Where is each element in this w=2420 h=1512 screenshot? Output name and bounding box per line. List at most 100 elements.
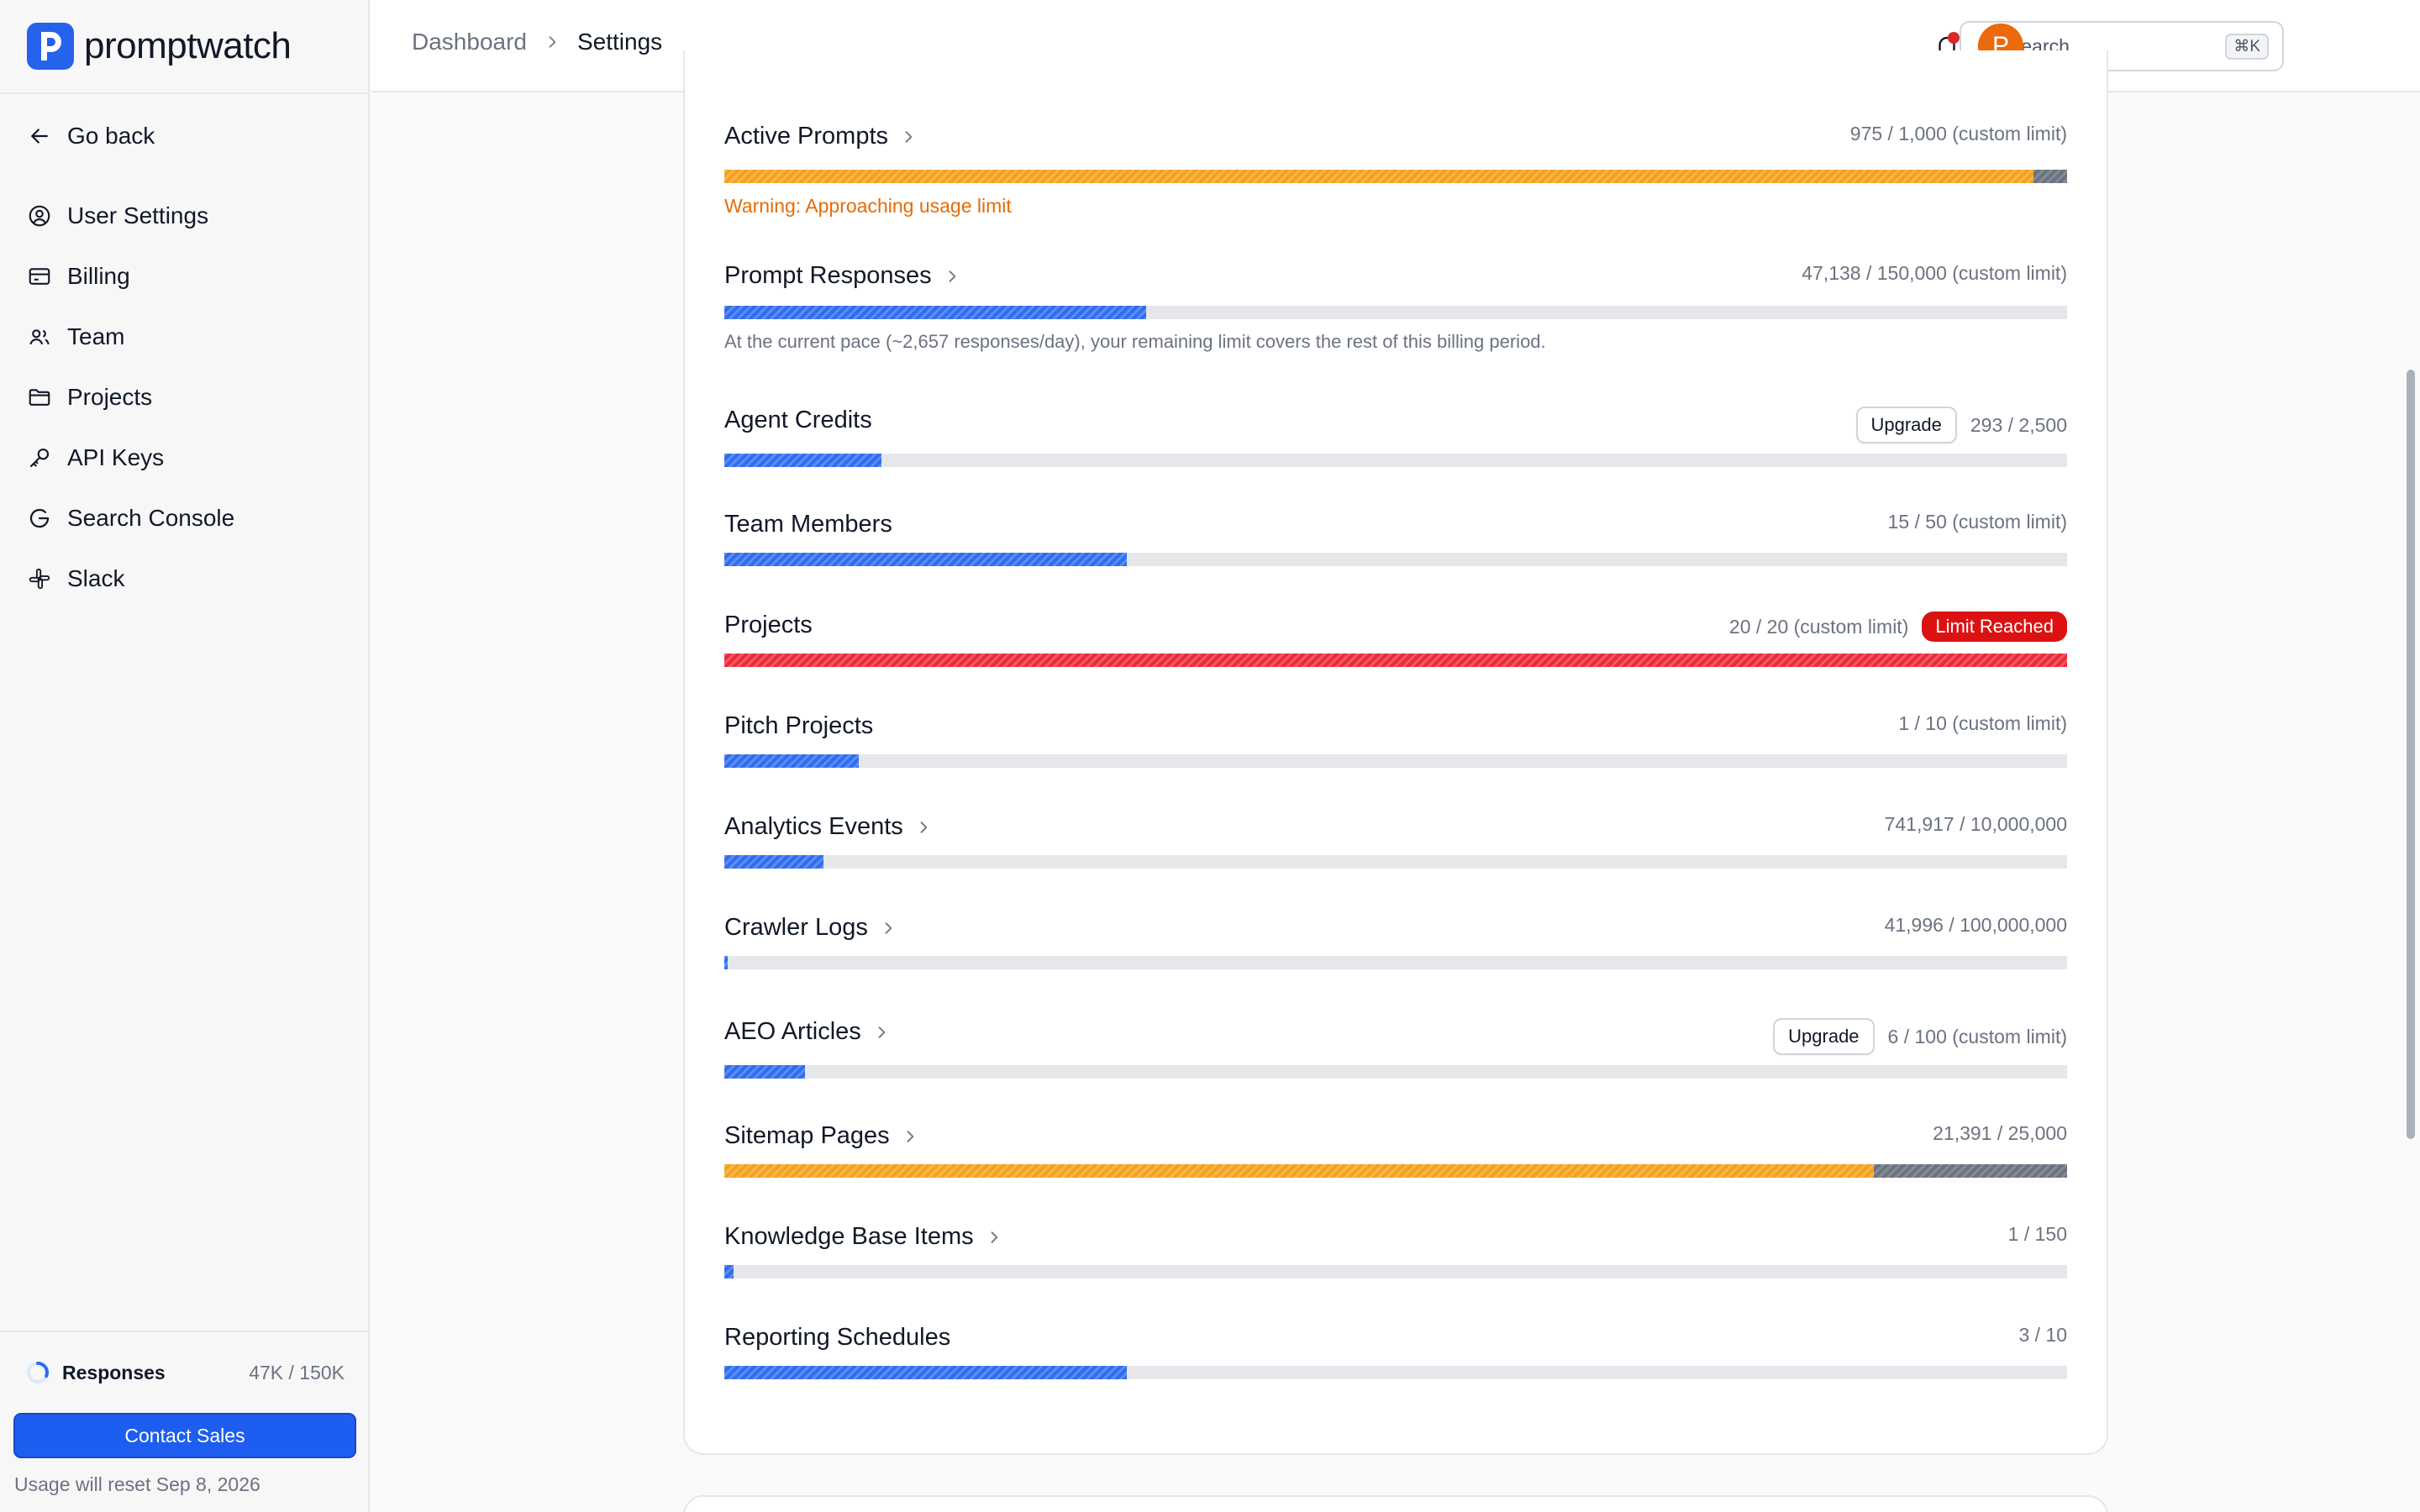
usage-progress-fill	[724, 1265, 734, 1278]
usage-progress-fill	[724, 855, 824, 869]
usage-progress-fill	[724, 454, 881, 467]
usage-progress-fill	[724, 654, 2067, 667]
usage-row[interactable]: Analytics Events 741,917 / 10,000,000	[724, 813, 2067, 906]
go-back-link[interactable]: Go back	[12, 111, 358, 161]
usage-row-value: 1 / 10 (custom limit)	[1898, 712, 2067, 734]
usage-row-title: AEO Articles	[724, 1018, 861, 1045]
users-icon	[29, 329, 50, 345]
usage-row[interactable]: Crawler Logs 41,996 / 100,000,000	[724, 914, 2067, 1006]
go-back-label: Go back	[67, 123, 155, 149]
usage-warning: Warning: Approaching usage limit	[724, 195, 1012, 217]
usage-row: Pitch Projects 1 / 10 (custom limit)	[724, 712, 2067, 805]
usage-row[interactable]: Knowledge Base Items 1 / 150	[724, 1223, 2067, 1315]
usage-forecast-note: At the current pace (~2,657 responses/da…	[724, 331, 1546, 352]
usage-row-title: Sitemap Pages	[724, 1122, 890, 1149]
usage-row-title-wrap[interactable]: AEO Articles	[724, 1018, 890, 1046]
notification-dot	[1948, 32, 1960, 44]
sidebar-item-team[interactable]: Team	[12, 312, 358, 362]
sidebar: promptwatch Go back User Settings Billin…	[0, 0, 370, 1512]
limit-reached-badge: Limit Reached	[1922, 612, 2067, 642]
usage-row-value: 20 / 20 (custom limit)	[1728, 615, 1909, 638]
chevron-right-icon	[907, 1130, 913, 1142]
usage-row-meta: 15 / 50 (custom limit)	[1888, 511, 2067, 533]
sidebar-item-api-keys[interactable]: API Keys	[12, 433, 358, 483]
chevron-right-icon	[991, 1231, 997, 1243]
usage-progress-track	[724, 306, 2067, 319]
sidebar-item-user-settings[interactable]: User Settings	[12, 191, 358, 241]
usage-row-meta: 1 / 150	[2008, 1223, 2067, 1246]
usage-label: Responses	[62, 1361, 166, 1383]
user-circle-icon	[29, 205, 50, 227]
usage-progress-track	[724, 855, 2067, 869]
usage-progress-fill	[724, 1065, 805, 1079]
usage-row[interactable]: AEO Articles Upgrade 6 / 100 (custom limit…	[724, 1018, 2067, 1110]
promptwatch-logo-icon	[27, 23, 74, 70]
usage-row-title: Knowledge Base Items	[724, 1223, 974, 1250]
usage-row-title: Pitch Projects	[724, 712, 874, 739]
usage-row-meta: 3 / 10	[2018, 1324, 2067, 1347]
usage-progress-track	[724, 956, 2067, 969]
usage-row-title-wrap: Reporting Schedules	[724, 1324, 950, 1352]
usage-row-title-wrap: Agent Credits	[724, 407, 872, 434]
responses-usage-summary[interactable]: Responses 47K / 150K	[25, 1356, 345, 1389]
usage-row-value: 6 / 100 (custom limit)	[1887, 1025, 2067, 1047]
usage-progress-fill	[724, 956, 728, 969]
usage-row-title: Projects	[724, 612, 813, 638]
usage-row-meta: 741,917 / 10,000,000	[1885, 813, 2067, 836]
usage-row-title: Agent Credits	[724, 407, 872, 433]
sidebar-item-label: Team	[67, 323, 125, 349]
chevron-right-icon	[878, 1026, 886, 1038]
upgrade-button[interactable]: Upgrade	[1855, 407, 1957, 444]
usage-row-value: 15 / 50 (custom limit)	[1887, 511, 2067, 533]
usage-value: 47K / 150K	[249, 1361, 345, 1383]
usage-row-title-wrap[interactable]: Analytics Events	[724, 813, 932, 841]
sidebar-item-projects[interactable]: Projects	[12, 372, 358, 423]
usage-row-title-wrap[interactable]: Crawler Logs	[724, 914, 897, 942]
usage-row-title-wrap[interactable]: Knowledge Base Items	[724, 1223, 1002, 1251]
breadcrumb-dashboard-link[interactable]: Dashboard	[412, 29, 527, 55]
usage-row-title: Prompt Responses	[724, 262, 932, 289]
sidebar-item-label: Billing	[67, 263, 130, 289]
google-icon	[29, 508, 50, 528]
usage-progress-remaining	[1873, 1164, 2067, 1178]
usage-row-title-wrap[interactable]: Sitemap Pages	[724, 1122, 918, 1150]
usage-row-value: 47,138 / 150,000 (custom limit)	[1802, 262, 2067, 284]
sidebar-item-label: Search Console	[67, 505, 235, 531]
contact-sales-button[interactable]: Contact Sales	[13, 1413, 356, 1458]
scrollbar-thumb[interactable]	[2407, 370, 2415, 1139]
sidebar-item-label: Projects	[67, 384, 153, 410]
usage-row-title-wrap[interactable]: Prompt Responses	[724, 262, 960, 290]
sidebar-item-billing[interactable]: Billing	[12, 251, 358, 302]
sidebar-item-slack[interactable]: Slack	[12, 554, 358, 604]
next-card	[683, 1495, 2108, 1512]
usage-row: Agent Credits Upgrade 293 / 2,500	[724, 407, 2067, 499]
usage-ring-icon	[27, 1362, 49, 1383]
usage-reset-text: Usage will reset Sep 8, 2026	[14, 1473, 260, 1495]
usage-row-title-wrap[interactable]: Active Prompts	[724, 123, 917, 150]
sidebar-item-label: Slack	[67, 565, 125, 591]
usage-row[interactable]: Active Prompts 975 / 1,000 (custom limit)…	[724, 123, 2067, 217]
usage-row-title-wrap: Team Members	[724, 511, 892, 538]
chevron-right-icon	[549, 36, 556, 48]
usage-row-value: 1 / 150	[2007, 1223, 2067, 1245]
usage-row[interactable]: Sitemap Pages 21,391 / 25,000	[724, 1122, 2067, 1215]
upgrade-button[interactable]: Upgrade	[1773, 1018, 1875, 1055]
sidebar-item-label: API Keys	[67, 444, 165, 470]
usage-progress-track	[724, 1065, 2067, 1079]
sidebar-footer-divider	[0, 1331, 370, 1332]
sidebar-item-search-console[interactable]: Search Console	[12, 493, 358, 543]
breadcrumb: Dashboard Settings	[412, 29, 662, 55]
credit-card-icon	[29, 268, 50, 285]
usage-row-meta: 47,138 / 150,000 (custom limit)	[1802, 262, 2067, 285]
usage-progress-fill	[724, 1366, 1128, 1379]
usage-row[interactable]: Prompt Responses 47,138 / 150,000 (custom…	[724, 262, 2067, 354]
usage-row-value: 3 / 10	[2018, 1324, 2067, 1346]
usage-row-title: Team Members	[724, 511, 892, 538]
chevron-right-icon	[949, 270, 955, 282]
usage-row: Projects 20 / 20 (custom limit) Limit Reac…	[724, 612, 2067, 704]
usage-progress-track	[724, 1265, 2067, 1278]
brand-name: promptwatch	[84, 25, 292, 66]
sidebar-divider	[0, 92, 370, 94]
usage-row-value: 741,917 / 10,000,000	[1884, 813, 2067, 835]
brand-logo[interactable]: promptwatch	[27, 22, 292, 71]
